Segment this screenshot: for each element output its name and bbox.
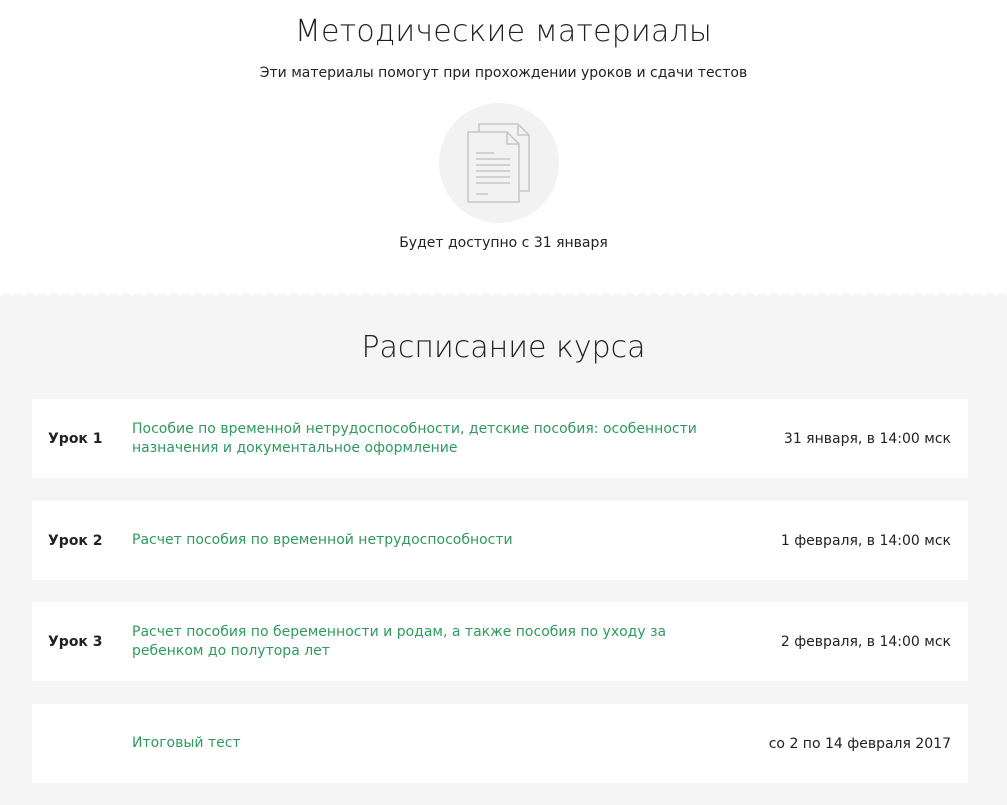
lesson-topic-link[interactable]: Пособие по временной нетрудоспособности,… [132, 399, 772, 478]
availability-text: Будет доступно с 31 января [399, 235, 608, 251]
wavy-divider [0, 293, 1007, 304]
test-date-range: со 2 по 14 февраля 2017 [768, 735, 951, 752]
lesson-label: Урок 1 [48, 430, 103, 447]
materials-section: Методические материалы Эти материалы пом… [0, 0, 1007, 296]
materials-subtitle: Эти материалы помогут при прохождении ур… [259, 65, 748, 81]
schedule-row-2: Урок 2 Расчет пособия по временной нетру… [32, 501, 968, 580]
materials-title: Методические материалы [294, 14, 713, 49]
lesson-label: Урок 3 [48, 633, 103, 650]
lesson-topic-link[interactable]: Расчет пособия по временной нетрудоспосо… [132, 501, 772, 580]
schedule-row-3: Урок 3 Расчет пособия по беременности и … [32, 602, 968, 681]
lesson-date: 1 февраля, в 14:00 мск [780, 532, 951, 549]
schedule-row-final-test: Итоговый тест со 2 по 14 февраля 2017 [32, 704, 968, 783]
schedule-row-1: Урок 1 Пособие по временной нетрудоспосо… [32, 399, 968, 478]
lesson-date: 2 февраля, в 14:00 мск [780, 633, 951, 650]
final-test-link[interactable]: Итоговый тест [132, 704, 772, 783]
lesson-label: Урок 2 [48, 532, 103, 549]
schedule-title: Расписание курса [361, 330, 646, 365]
lesson-topic-link[interactable]: Расчет пособия по беременности и родам, … [132, 602, 732, 681]
lesson-date: 31 января, в 14:00 мск [783, 430, 951, 447]
documents-icon [439, 103, 559, 223]
